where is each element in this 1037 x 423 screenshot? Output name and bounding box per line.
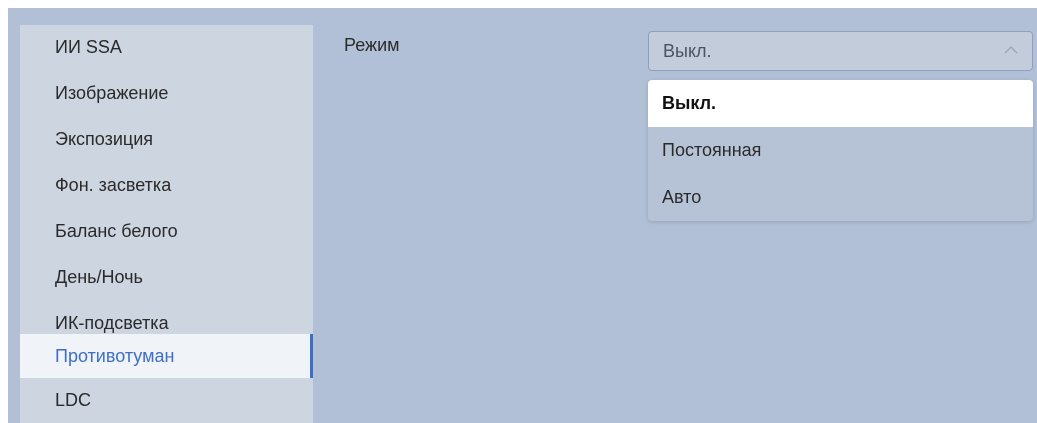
sidebar-item-defog[interactable]: Противотуман: [20, 334, 313, 378]
mode-option-off[interactable]: Выкл.: [648, 80, 1033, 127]
mode-select-value: Выкл.: [663, 41, 712, 61]
sidebar-item-ai-ssa[interactable]: ИИ SSA: [20, 25, 313, 69]
mode-select[interactable]: Выкл.: [648, 31, 1033, 71]
sidebar-item-ldc[interactable]: LDC: [20, 378, 313, 422]
mode-dropdown: Выкл. Постоянная Авто: [648, 80, 1033, 221]
chevron-up-icon: [1004, 46, 1018, 54]
mode-label: Режим: [344, 35, 400, 55]
sidebar-item-white-balance[interactable]: Баланс белого: [20, 209, 313, 253]
mode-option-constant[interactable]: Постоянная: [648, 127, 1033, 174]
sidebar-item-day-night[interactable]: День/Ночь: [20, 255, 313, 299]
sidebar-item-image[interactable]: Изображение: [20, 71, 313, 115]
sidebar: ИИ SSA Изображение Экспозиция Фон. засве…: [20, 25, 313, 423]
sidebar-item-backlight[interactable]: Фон. засветка: [20, 163, 313, 207]
mode-option-auto[interactable]: Авто: [648, 174, 1033, 221]
sidebar-item-exposure[interactable]: Экспозиция: [20, 117, 313, 161]
